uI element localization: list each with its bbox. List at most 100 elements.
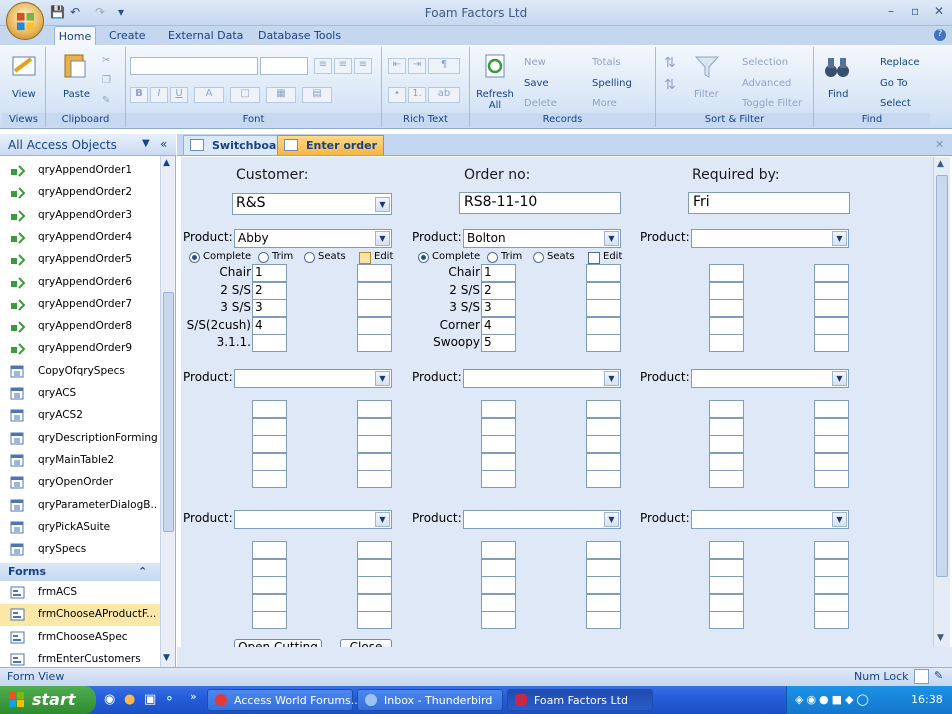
spec-qty-field[interactable] — [252, 593, 287, 612]
spec-qty-field[interactable]: 3 — [481, 299, 516, 317]
option-trim-radio[interactable] — [487, 252, 498, 263]
chevron-down-icon[interactable]: ▼ — [375, 231, 390, 246]
highlight-icon[interactable]: ab — [428, 87, 460, 103]
scroll-up-icon[interactable]: ▲ — [937, 159, 944, 169]
font-color-icon[interactable]: A — [194, 87, 224, 103]
spec-qty-field[interactable] — [481, 558, 516, 577]
spec-extra-field[interactable] — [357, 541, 392, 559]
tab-external-data[interactable]: External Data — [168, 29, 243, 42]
gridlines-icon[interactable]: ▦ — [266, 87, 296, 103]
spec-qty-field[interactable] — [252, 400, 287, 418]
spec-extra-field[interactable] — [814, 470, 849, 488]
product-combo[interactable]: ▼ — [691, 510, 849, 529]
spec-extra-field[interactable] — [357, 264, 392, 282]
nav-item[interactable]: qryAppendOrder4 — [8, 227, 158, 249]
spec-qty-field[interactable] — [481, 576, 516, 594]
spec-qty-field[interactable] — [481, 470, 516, 488]
paragraph-icon[interactable]: ¶ — [428, 58, 460, 74]
refresh-icon[interactable] — [480, 51, 510, 81]
nav-dropdown-icon[interactable]: ▼ — [142, 138, 150, 149]
spec-extra-field[interactable] — [586, 435, 621, 453]
nav-form-item[interactable]: frmACS — [8, 582, 158, 604]
option-edit-checkbox[interactable] — [588, 252, 600, 264]
spec-qty-field[interactable] — [709, 558, 744, 577]
spec-qty-field[interactable] — [709, 611, 744, 629]
spec-qty-field[interactable] — [709, 417, 744, 436]
find-button[interactable]: Find — [828, 89, 849, 100]
product-combo[interactable]: ▼ — [463, 510, 621, 529]
minimize-button[interactable]: – — [888, 4, 894, 18]
opera-icon[interactable]: ◉ — [104, 692, 115, 707]
spec-qty-field[interactable] — [709, 435, 744, 453]
nav-forms-header[interactable]: Forms ⌃ — [0, 563, 160, 581]
form-scrollbar[interactable]: ▲ ▼ — [933, 157, 950, 647]
spec-extra-field[interactable] — [586, 593, 621, 612]
spec-qty-field[interactable] — [709, 316, 744, 335]
spec-qty-field[interactable] — [481, 611, 516, 629]
spec-extra-field[interactable] — [814, 452, 849, 471]
spec-qty-field[interactable] — [252, 334, 287, 352]
spec-extra-field[interactable] — [814, 541, 849, 559]
nav-item[interactable]: qryParameterDialogB... — [8, 495, 158, 517]
spec-extra-field[interactable] — [357, 593, 392, 612]
cut-icon[interactable]: ✂ — [102, 55, 110, 66]
spec-qty-field[interactable] — [709, 576, 744, 594]
scroll-down-icon[interactable]: ▼ — [163, 653, 170, 663]
nav-item[interactable]: qryACS — [8, 383, 158, 405]
spec-extra-field[interactable] — [586, 558, 621, 577]
spec-extra-field[interactable] — [586, 299, 621, 317]
spec-qty-field[interactable]: 5 — [481, 334, 516, 352]
nav-item[interactable]: qryPickASuite — [8, 517, 158, 539]
selection-button[interactable]: Selection — [742, 57, 788, 68]
nav-item[interactable]: qryAppendOrder3 — [8, 205, 158, 227]
spec-qty-field[interactable] — [252, 541, 287, 559]
spec-qty-field[interactable]: 2 — [252, 281, 287, 300]
refresh-all-button[interactable]: Refresh All — [476, 89, 514, 111]
firefox-icon[interactable]: ● — [124, 692, 135, 707]
nav-form-item[interactable]: frmChooseASpec — [8, 627, 158, 649]
nav-item[interactable]: qryAppendOrder6 — [8, 272, 158, 294]
alternate-fill-icon[interactable]: ▤ — [302, 87, 332, 103]
spec-qty-field[interactable]: 3 — [252, 299, 287, 317]
chevron-down-icon[interactable]: ▼ — [375, 371, 390, 386]
tab-database-tools[interactable]: Database Tools — [258, 29, 341, 42]
required-by-field[interactable]: Fri — [688, 192, 850, 214]
nav-item[interactable]: CopyOfqrySpecs — [8, 361, 158, 383]
save-record-button[interactable]: Save — [524, 78, 549, 89]
product-combo[interactable]: ▼ — [463, 369, 621, 388]
option-complete-radio[interactable] — [418, 252, 429, 263]
scroll-up-icon[interactable]: ▲ — [163, 158, 170, 168]
customer-combo[interactable]: R&S ▼ — [232, 193, 392, 215]
spec-qty-field[interactable]: 1 — [481, 264, 516, 282]
spec-qty-field[interactable] — [481, 417, 516, 436]
chevron-down-icon[interactable]: ▼ — [375, 512, 390, 527]
spec-qty-field[interactable] — [709, 334, 744, 352]
start-button[interactable]: start — [0, 686, 96, 714]
bold-icon[interactable]: B — [130, 87, 148, 103]
option-trim-radio[interactable] — [258, 252, 269, 263]
spec-extra-field[interactable] — [586, 452, 621, 471]
spec-qty-field[interactable] — [709, 452, 744, 471]
new-record-button[interactable]: New — [524, 57, 546, 68]
nav-item[interactable]: qryAppendOrder1 — [8, 160, 158, 182]
spec-extra-field[interactable] — [586, 400, 621, 418]
nav-item[interactable]: qryAppendOrder9 — [8, 338, 158, 360]
spec-qty-field[interactable] — [709, 264, 744, 282]
spec-extra-field[interactable] — [357, 611, 392, 629]
format-painter-icon[interactable]: ✎ — [102, 95, 110, 106]
taskbar-access-world-forums[interactable]: Access World Forums... — [207, 689, 361, 711]
spec-qty-field[interactable] — [481, 593, 516, 612]
spec-qty-field[interactable]: 1 — [252, 264, 287, 282]
scroll-down-icon[interactable]: ▼ — [937, 633, 944, 643]
nav-item[interactable]: qryAppendOrder2 — [8, 182, 158, 204]
close-button[interactable]: ✕ — [934, 4, 944, 18]
collapse-nav-icon[interactable]: « — [160, 137, 167, 151]
spec-extra-field[interactable] — [814, 264, 849, 282]
chevron-down-icon[interactable]: ▼ — [604, 512, 619, 527]
paste-button[interactable]: Paste — [63, 89, 90, 100]
spec-extra-field[interactable] — [586, 541, 621, 559]
font-name-combo[interactable] — [130, 57, 258, 75]
spec-qty-field[interactable] — [709, 400, 744, 418]
italic-icon[interactable]: I — [150, 87, 168, 103]
nav-scroll-thumb[interactable] — [163, 292, 174, 532]
